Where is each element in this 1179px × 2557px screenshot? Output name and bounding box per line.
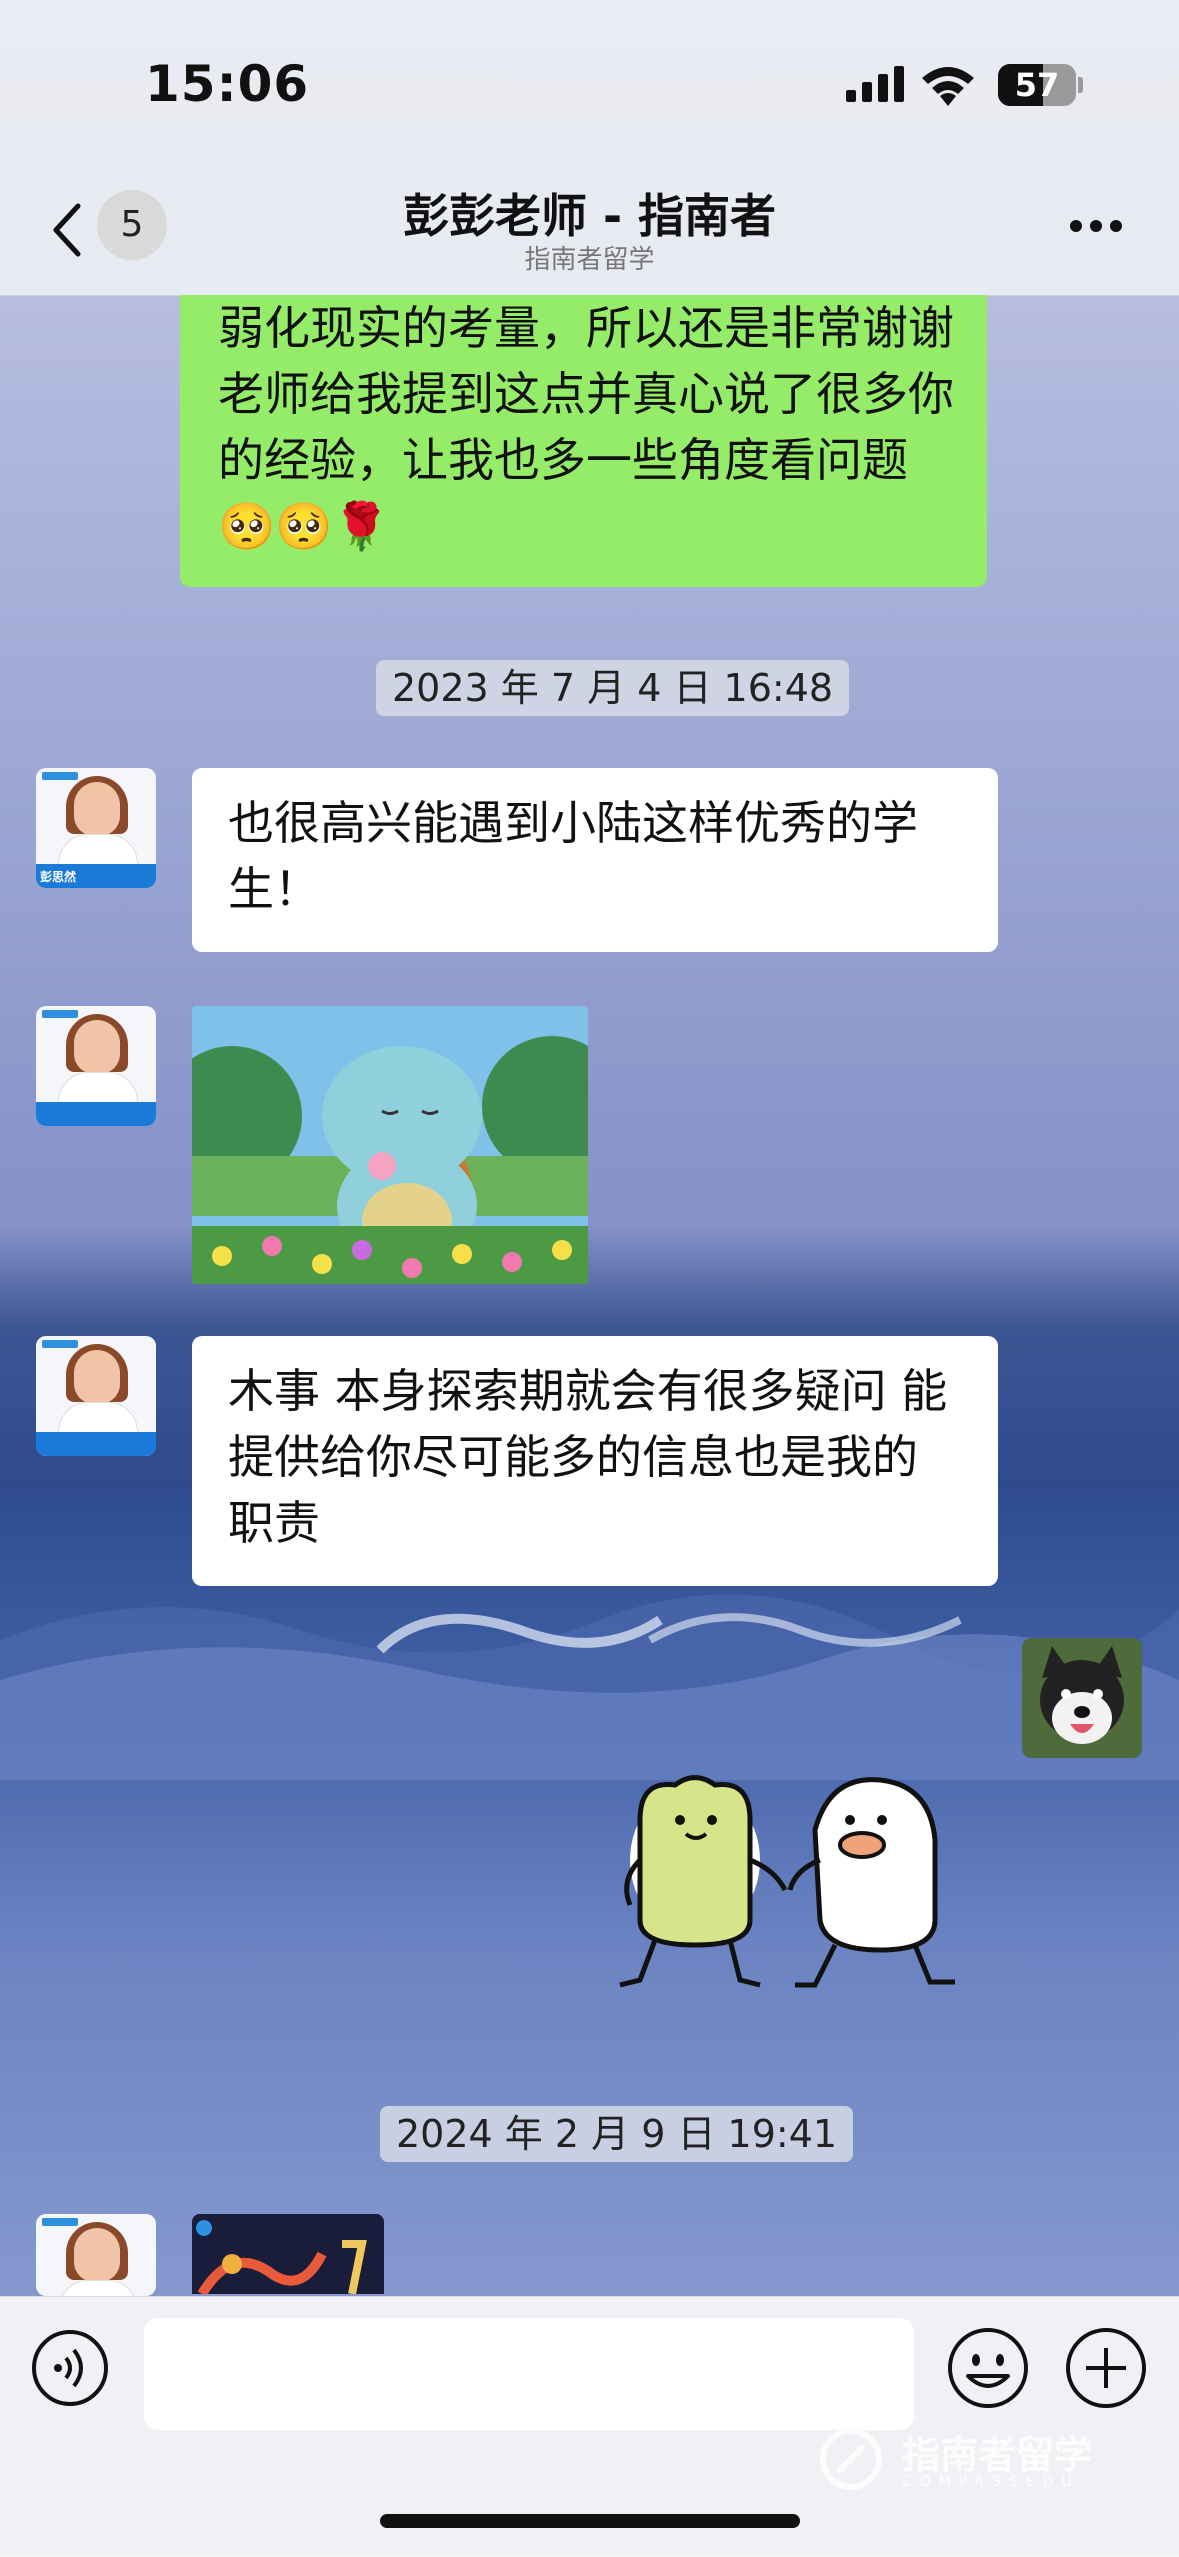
- message-input[interactable]: [144, 2318, 914, 2430]
- wave-decoration: [0, 1594, 1179, 1780]
- contact-avatar[interactable]: [36, 1336, 156, 1456]
- plus-icon[interactable]: [1064, 2326, 1148, 2410]
- timestamp-divider: 2023 年 7 月 4 日 16:48: [376, 660, 850, 716]
- watermark-logo: 指南者留学 COMPASSEDU: [816, 2424, 1146, 2494]
- battery-icon: 57: [998, 64, 1076, 106]
- incoming-message-bubble[interactable]: 也很高兴能遇到小陆这样优秀的学生！: [192, 768, 998, 952]
- incoming-message-text: 木事 本身探索期就会有很多疑问 能提供给你尽可能多的信息也是我的职责: [228, 1364, 948, 1550]
- avatar-name: 彭思然: [40, 870, 77, 884]
- voice-icon[interactable]: [30, 2328, 110, 2408]
- battery-level: 57: [1014, 66, 1060, 104]
- image-message[interactable]: [192, 1006, 588, 1284]
- frog-duck-sticker[interactable]: [600, 1750, 990, 2000]
- status-bar: 15:06 57: [0, 0, 1179, 180]
- chat-title: 彭彭老师 - 指南者: [402, 189, 777, 243]
- more-icon[interactable]: [1068, 218, 1124, 234]
- compass-logo-icon: [820, 2428, 882, 2490]
- home-indicator[interactable]: [380, 2514, 800, 2528]
- my-avatar[interactable]: [1022, 1638, 1142, 1758]
- outgoing-message-bubble[interactable]: 弱化现实的考量，所以还是非常谢谢老师给我提到这点并真心说了很多你的经验，让我也多…: [180, 295, 987, 587]
- battery-tip: [1078, 77, 1083, 93]
- chat-subtitle: 指南者留学: [524, 245, 655, 275]
- new-year-card-image: [192, 2214, 384, 2294]
- squirtle-image: [192, 1006, 588, 1284]
- wifi-icon: [922, 67, 974, 106]
- incoming-message-bubble[interactable]: 木事 本身探索期就会有很多疑问 能提供给你尽可能多的信息也是我的职责: [192, 1336, 998, 1586]
- watermark-subtext: COMPASSEDU: [902, 2474, 1080, 2490]
- contact-avatar[interactable]: [36, 2214, 156, 2296]
- contact-avatar[interactable]: 彭思然: [36, 768, 156, 888]
- dog-avatar-image: [1022, 1638, 1142, 1758]
- status-time: 15:06: [145, 55, 310, 113]
- emoji-icon[interactable]: [946, 2326, 1030, 2410]
- image-message[interactable]: [192, 2214, 384, 2294]
- signal-icon: [846, 66, 904, 102]
- incoming-message-text: 也很高兴能遇到小陆这样优秀的学生！: [228, 796, 918, 916]
- contact-avatar[interactable]: [36, 1006, 156, 1126]
- outgoing-message-text: 弱化现实的考量，所以还是非常谢谢老师给我提到这点并真心说了很多你的经验，让我也多…: [218, 301, 954, 487]
- timestamp-divider: 2024 年 2 月 9 日 19:41: [380, 2106, 854, 2162]
- message-emojis: 🥺🥺🌹: [218, 499, 390, 553]
- watermark-text: 指南者留学: [902, 2433, 1093, 2477]
